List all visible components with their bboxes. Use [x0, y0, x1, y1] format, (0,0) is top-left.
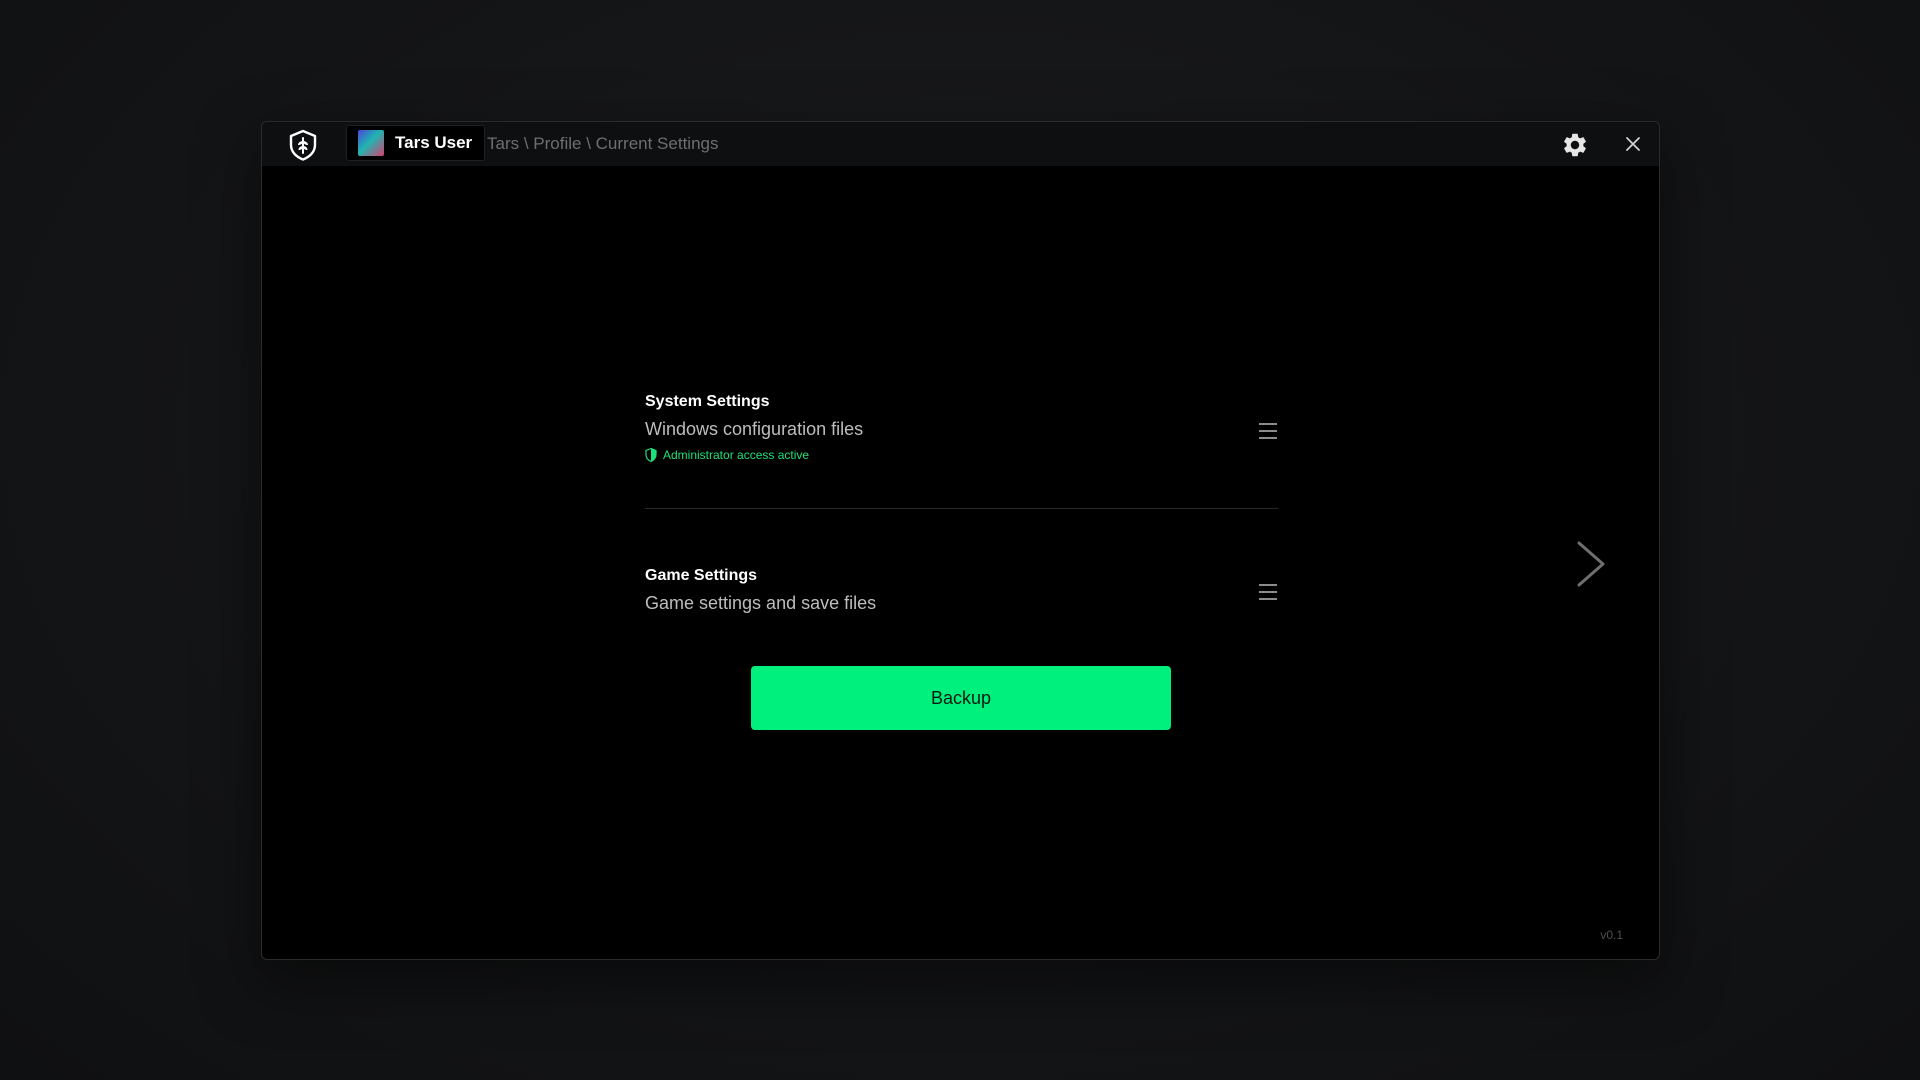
- title-bar: Tars User Tars \ Profile \ Current Setti…: [262, 122, 1659, 166]
- system-settings-item[interactable]: System Settings Windows configuration fi…: [645, 392, 1278, 463]
- user-profile-button[interactable]: Tars User: [346, 125, 486, 161]
- hamburger-menu-icon[interactable]: [1258, 583, 1278, 601]
- breadcrumb: Tars \ Profile \ Current Settings: [487, 134, 719, 153]
- backup-button[interactable]: Backup: [751, 666, 1171, 730]
- status-badge: Administrator access active: [645, 447, 1278, 463]
- settings-panel: System Settings Windows configuration fi…: [645, 392, 1278, 614]
- divider: [645, 508, 1278, 509]
- item-title: Game Settings: [645, 567, 758, 584]
- item-description: Windows configuration files: [645, 419, 864, 439]
- gear-icon[interactable]: [1561, 131, 1589, 159]
- status-text: Administrator access active: [663, 448, 810, 462]
- app-window: Tars User Tars \ Profile \ Current Setti…: [261, 121, 1660, 960]
- user-name: Tars User: [395, 133, 473, 152]
- close-icon[interactable]: [1621, 132, 1645, 156]
- avatar: [358, 130, 384, 156]
- shield-icon: [645, 447, 657, 463]
- shield-logo-icon: [286, 128, 320, 162]
- item-title: System Settings: [645, 393, 770, 410]
- item-description: Game settings and save files: [645, 593, 877, 613]
- chevron-right-icon[interactable]: [1573, 540, 1607, 588]
- hamburger-menu-icon[interactable]: [1258, 422, 1278, 440]
- game-settings-item[interactable]: Game Settings Game settings and save fil…: [645, 566, 1278, 614]
- version-label: v0.1: [1600, 928, 1623, 942]
